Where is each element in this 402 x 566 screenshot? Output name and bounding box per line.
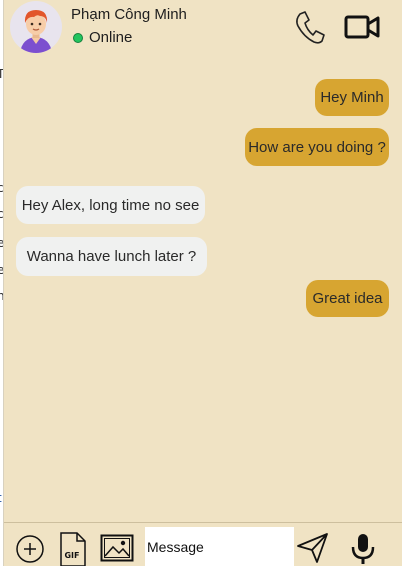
gif-label: GIF [64,551,79,560]
phone-icon [296,11,325,44]
message-bubble-outgoing[interactable]: How are you doing ? [245,128,389,166]
message-list: Hey Minh How are you doing ? Hey Alex, l… [4,62,402,522]
send-icon [297,533,328,563]
online-status-label: Online [89,29,133,46]
message-bubble-incoming[interactable]: Hey Alex, long time no see [16,186,205,224]
contact-name: Phạm Công Minh [71,6,187,23]
message-bubble-outgoing[interactable]: Great idea [306,280,389,317]
message-input[interactable] [145,527,294,566]
video-call-button[interactable] [343,10,381,44]
add-attachment-button[interactable] [14,534,46,566]
message-bubble-incoming[interactable]: Wanna have lunch later ? [16,237,207,276]
send-button[interactable] [296,532,330,564]
microphone-icon [351,534,375,564]
online-status: Online [71,29,132,46]
chat-panel: Phạm Công Minh Online Hey Minh How are y… [4,0,402,566]
message-bubble-outgoing[interactable]: Hey Minh [315,79,389,116]
plus-circle-icon [16,535,44,563]
person-avatar-icon[interactable] [10,1,62,53]
gif-file-icon: GIF [60,532,86,566]
voice-call-button[interactable] [290,8,328,46]
online-status-dot-icon [73,32,83,43]
voice-message-button[interactable] [350,532,376,566]
background-text-fragment: t [0,491,2,505]
video-camera-icon [344,15,380,39]
chat-header: Phạm Công Minh Online [4,0,402,62]
image-icon [100,534,134,562]
image-attachment-button[interactable] [100,534,134,562]
gif-button[interactable]: GIF [59,531,87,566]
message-composer: GIF [4,522,402,566]
